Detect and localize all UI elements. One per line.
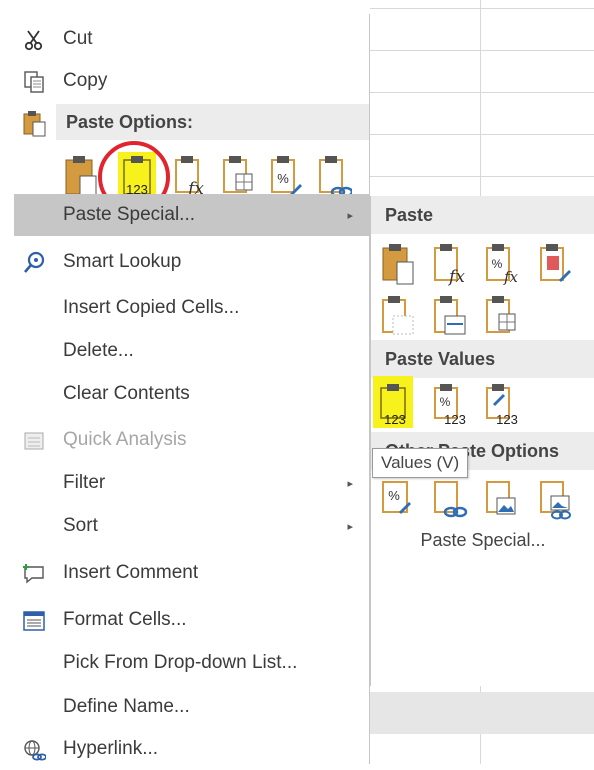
menu-item-label: Quick Analysis: [63, 429, 187, 450]
menu-item-label: Insert Comment: [63, 562, 199, 583]
menu-item-paste-special[interactable]: Paste Special... ▸: [14, 194, 369, 236]
fx-text: fx: [503, 268, 519, 286]
menu-item-label: Filter: [63, 472, 106, 493]
grid-row-line: [370, 176, 594, 177]
menu-item-format-cells[interactable]: Format Cells...: [0, 599, 369, 641]
submenu-arrow-icon: ▸: [347, 520, 353, 533]
menu-item-cut[interactable]: Cut: [0, 18, 369, 60]
paste-formatting-icon[interactable]: %: [381, 478, 417, 522]
paste-transpose-icon[interactable]: [485, 294, 521, 338]
menu-item-label: Smart Lookup: [63, 251, 182, 272]
grid-row-line: [370, 134, 594, 135]
context-menu: Cut Copy Paste Options: 123 fx % Paste S…: [0, 14, 370, 764]
paste-picture-icon[interactable]: [485, 478, 521, 522]
values-tooltip: Values (V): [372, 448, 469, 478]
menu-item-label: Clear Contents: [63, 383, 190, 404]
menu-item-label: Pick From Drop-down List...: [63, 652, 298, 673]
quick-analysis-icon: [24, 432, 44, 450]
submenu-arrow-icon: ▸: [347, 209, 353, 222]
paste-link-icon[interactable]: [433, 478, 469, 522]
values-123-text: 123: [496, 412, 518, 426]
menu-item-insert-copied-cells[interactable]: Insert Copied Cells...: [0, 287, 369, 329]
menu-item-label: Hyperlink...: [63, 738, 159, 759]
paste-keep-source-formatting-icon[interactable]: [539, 242, 575, 286]
paste-values-header: Paste Values: [371, 340, 594, 378]
grid-row-line: [370, 92, 594, 93]
menu-item-delete[interactable]: Delete...: [0, 330, 369, 372]
menu-item-label: Define Name...: [63, 696, 190, 717]
scissors-icon: [24, 30, 43, 51]
paste-values-source-formatting-icon[interactable]: 123: [485, 382, 521, 426]
paste-special-submenu: Paste fx % fx Paste Values 123 % 123 123…: [370, 196, 594, 686]
menu-item-smart-lookup[interactable]: Smart Lookup: [0, 241, 369, 283]
paste-formulas-number-formatting-icon[interactable]: % fx: [485, 242, 521, 286]
paste-icon: [23, 111, 46, 137]
percent-text: %: [277, 171, 289, 186]
paste-no-borders-icon[interactable]: [381, 294, 417, 338]
format-cells-icon: [23, 611, 45, 631]
values-123-text: 123: [444, 412, 466, 426]
paste-linked-picture-icon[interactable]: [539, 478, 575, 522]
menu-item-insert-comment[interactable]: Insert Comment: [0, 552, 369, 594]
percent-text: %: [388, 488, 400, 503]
menu-item-copy[interactable]: Copy: [0, 60, 369, 102]
paste-values-number-formatting-icon[interactable]: % 123: [433, 382, 469, 426]
menu-item-label: Delete...: [63, 340, 134, 361]
menu-item-pick-from-dropdown[interactable]: Pick From Drop-down List...: [0, 642, 369, 684]
percent-text: %: [492, 257, 503, 271]
paste-keep-column-widths-icon[interactable]: [433, 294, 469, 338]
menu-item-label: Format Cells...: [63, 609, 187, 630]
menu-item-quick-analysis[interactable]: Quick Analysis: [0, 419, 369, 461]
menu-item-label: Paste Special...: [63, 204, 196, 225]
menu-item-clear-contents[interactable]: Clear Contents: [0, 373, 369, 415]
hyperlink-icon: [24, 740, 46, 761]
comment-icon: [23, 564, 44, 584]
grid-row-line: [370, 50, 594, 51]
copy-icon: [24, 71, 44, 93]
menu-item-filter[interactable]: Filter ▸: [0, 462, 369, 504]
menu-item-label: Copy: [63, 70, 108, 91]
menu-item-label: Insert Copied Cells...: [63, 297, 240, 318]
paste-options-header: Paste Options:: [56, 104, 369, 140]
menu-item-label: Sort: [63, 515, 98, 536]
paste-all-icon[interactable]: [381, 242, 417, 286]
fx-text: fx: [447, 267, 465, 286]
paste-formulas-icon[interactable]: fx: [433, 242, 469, 286]
smart-lookup-icon: [24, 251, 45, 273]
paste-header: Paste: [371, 196, 594, 234]
selected-row: [370, 692, 594, 734]
grid-row-line: [370, 8, 594, 9]
menu-item-label: Cut: [63, 28, 93, 49]
menu-item-sort[interactable]: Sort ▸: [0, 505, 369, 547]
submenu-arrow-icon: ▸: [347, 477, 353, 490]
menu-item-define-name[interactable]: Define Name...: [0, 686, 369, 728]
percent-text: %: [440, 395, 451, 409]
values-123-text: 123: [384, 412, 406, 426]
paste-special-dialog-link[interactable]: Paste Special...: [371, 530, 594, 551]
paste-values-icon[interactable]: 123: [377, 382, 413, 426]
